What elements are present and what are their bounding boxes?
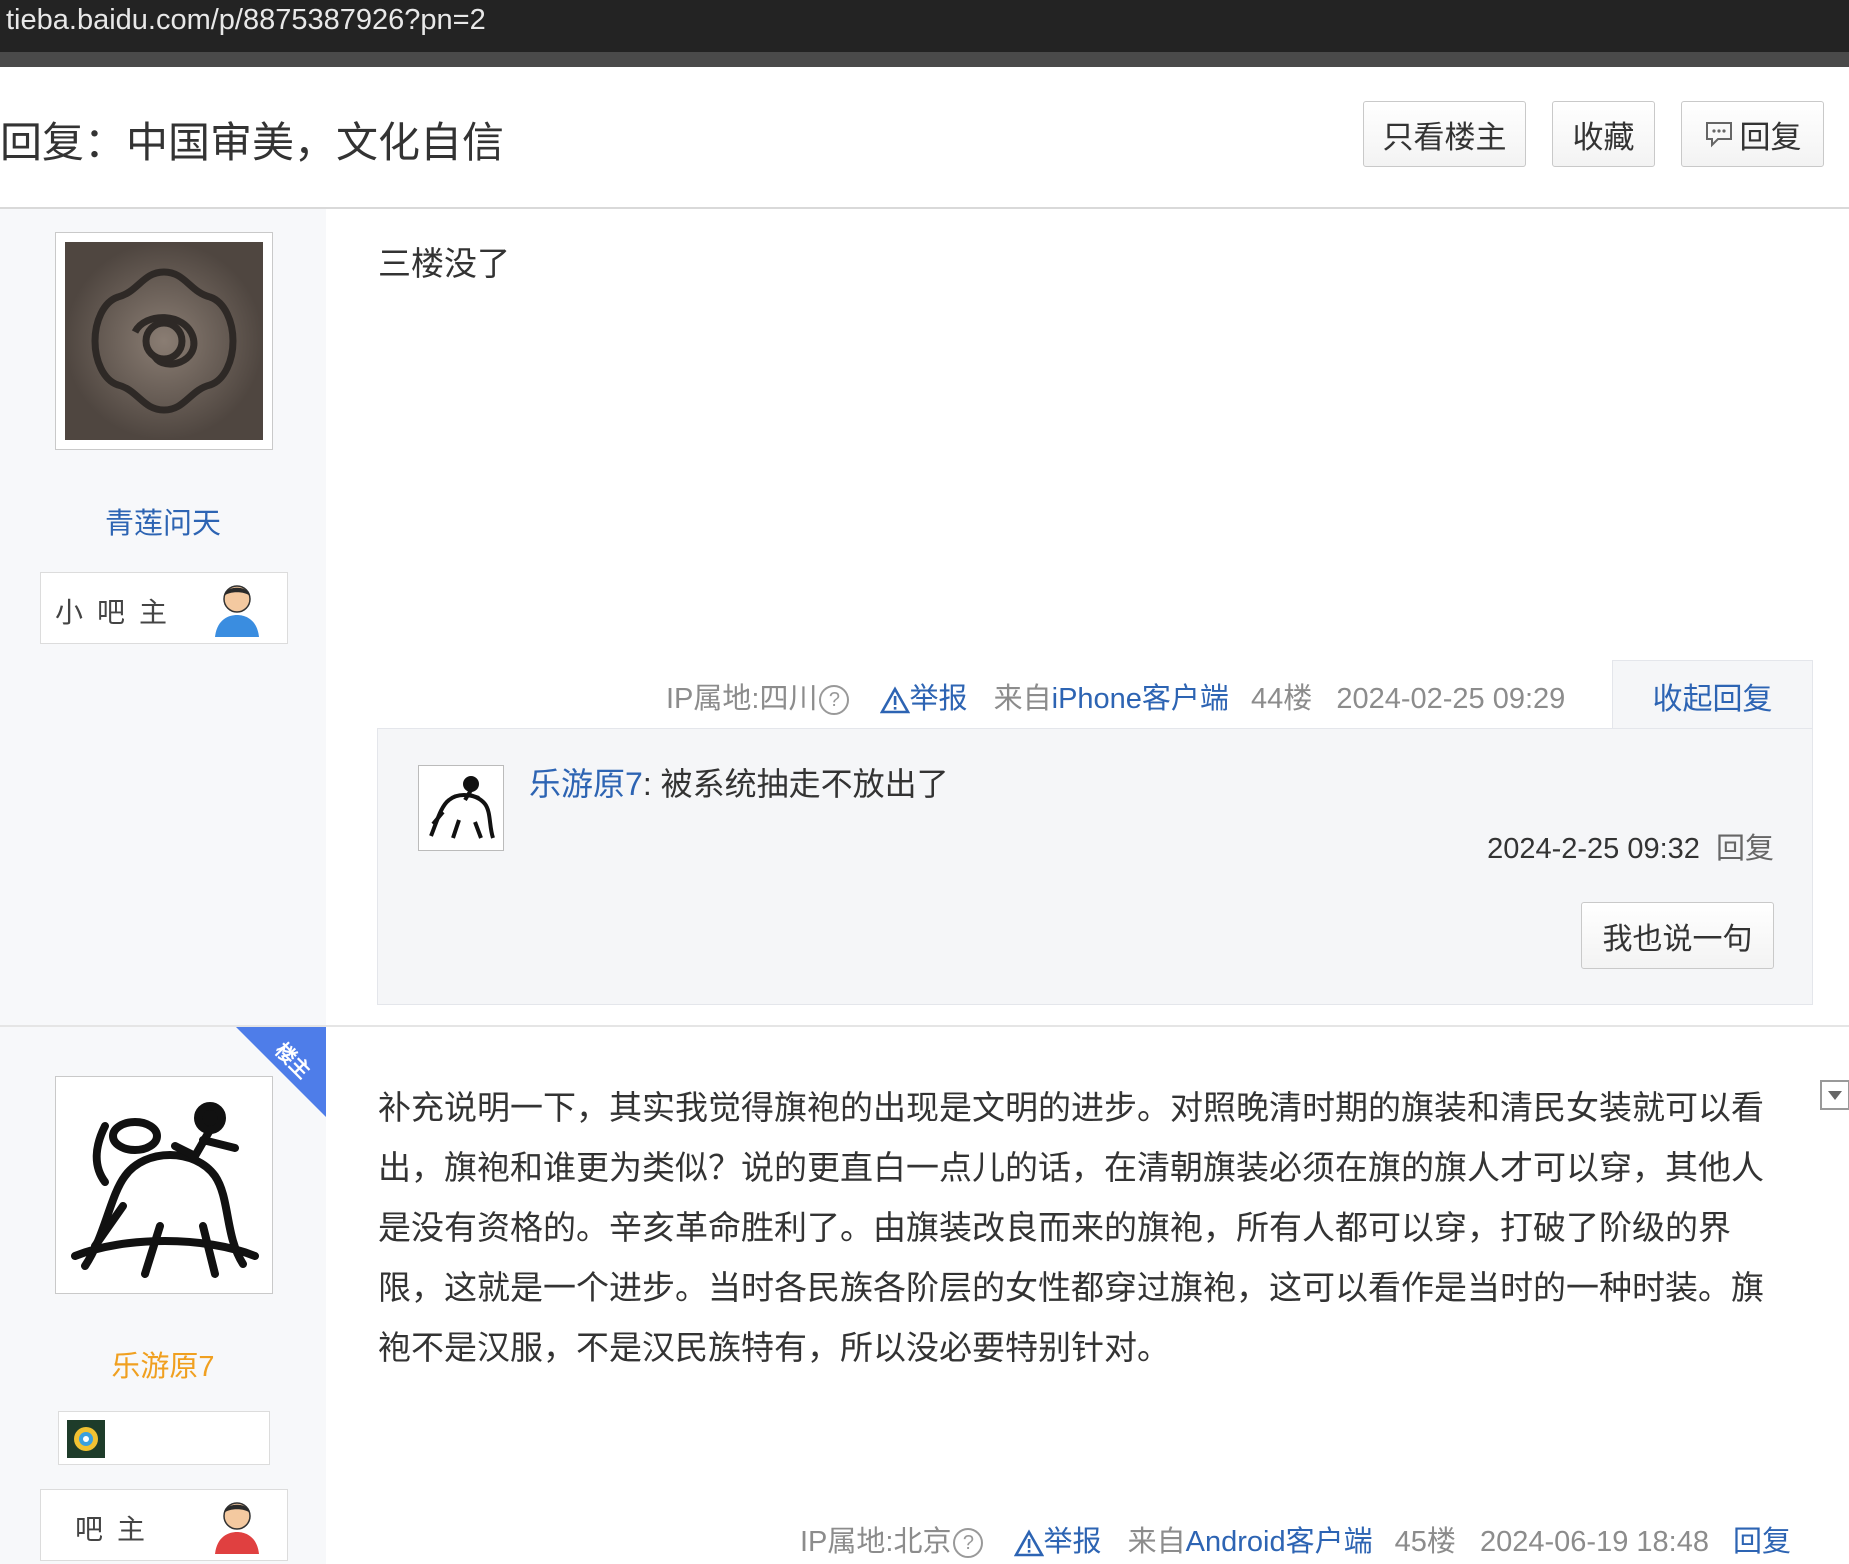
- moderator-badge[interactable]: 小吧主: [40, 572, 288, 644]
- post-meta: IP属地:北京? 举报 来自Android客户端 45楼 2024-06-19 …: [800, 1518, 1791, 1560]
- reply-avatar[interactable]: [418, 765, 504, 851]
- browser-url-bar[interactable]: tieba.baidu.com/p/8875387926?pn=2: [0, 0, 1849, 67]
- reply-button[interactable]: 回复: [1681, 101, 1824, 167]
- reply-list: 乐游原7: 被系统抽走不放出了 2024-2-25 09:32 回复 我也说一句: [377, 728, 1813, 1005]
- collapse-replies-button[interactable]: 收起回复: [1612, 660, 1813, 730]
- post-reply-link[interactable]: 回复: [1733, 1526, 1791, 1558]
- avatar-image: [65, 242, 263, 440]
- post-content: 三楼没了: [378, 245, 510, 282]
- say-something-button[interactable]: 我也说一句: [1581, 902, 1774, 969]
- reply-text: : 被系统抽走不放出了: [642, 766, 949, 802]
- question-icon[interactable]: ?: [819, 685, 850, 716]
- moderator-badge[interactable]: 吧主: [40, 1489, 288, 1561]
- level-badge[interactable]: [58, 1411, 270, 1465]
- post-time: 2024-02-25 09:29: [1336, 683, 1566, 715]
- post-content: 补充说明一下，其实我觉得旗袍的出现是文明的进步。对照晚清时期的旗装和清民女装就可…: [378, 1089, 1764, 1366]
- thread-header: 回复：中国审美，文化自信 只看楼主 收藏 回复: [0, 67, 1849, 209]
- question-icon[interactable]: ?: [953, 1528, 984, 1559]
- ip-location: IP属地:北京: [800, 1526, 952, 1558]
- post-time: 2024-06-19 18:48: [1479, 1526, 1709, 1558]
- report-label: 举报: [1043, 1526, 1102, 1558]
- reply-username[interactable]: 乐游原7: [529, 766, 643, 802]
- reply-footer: 2024-2-25 09:32 回复: [1487, 825, 1774, 867]
- comment-icon: [1705, 122, 1732, 148]
- reply-item: 乐游原7: 被系统抽走不放出了: [529, 759, 949, 805]
- reply-reply-link[interactable]: 回复: [1716, 833, 1774, 865]
- source-prefix: 来自: [993, 683, 1052, 715]
- floor-number: 45楼: [1394, 1526, 1456, 1558]
- url-text[interactable]: tieba.baidu.com/p/8875387926?pn=2: [6, 0, 486, 40]
- toolbar-strip: [0, 52, 1849, 67]
- level-icon: [67, 1420, 105, 1458]
- thread-title: 回复：中国审美，文化自信: [0, 119, 505, 166]
- reply-time: 2024-2-25 09:32: [1487, 833, 1700, 865]
- favorite-button[interactable]: 收藏: [1552, 101, 1655, 167]
- warning-icon: [1013, 1529, 1044, 1557]
- avatar[interactable]: [55, 1076, 273, 1294]
- reply-avatar-image: [419, 766, 503, 850]
- user-avatar-icon: [215, 1502, 259, 1554]
- user-avatar-icon: [215, 585, 259, 637]
- badge-label: 小吧主: [55, 596, 182, 629]
- username-link[interactable]: 青莲问天: [0, 500, 326, 542]
- floor-number: 44楼: [1251, 683, 1313, 715]
- client-link[interactable]: Android客户端: [1186, 1526, 1373, 1558]
- dropdown-icon[interactable]: [1820, 1080, 1849, 1110]
- username-link[interactable]: 乐游原7: [0, 1343, 326, 1385]
- source-prefix: 来自: [1127, 1526, 1186, 1558]
- report-link[interactable]: 举报: [879, 683, 968, 715]
- report-link[interactable]: 举报: [1013, 1526, 1102, 1558]
- only-op-button[interactable]: 只看楼主: [1363, 101, 1526, 167]
- client-link[interactable]: iPhone客户端: [1052, 683, 1229, 715]
- warning-icon: [879, 686, 910, 714]
- avatar[interactable]: [55, 232, 273, 450]
- badge-label: 吧主: [75, 1513, 160, 1546]
- reply-button-label: 回复: [1739, 119, 1802, 155]
- post-meta: IP属地:四川? 举报 来自iPhone客户端 44楼 2024-02-25 0…: [666, 675, 1565, 717]
- report-label: 举报: [909, 683, 968, 715]
- avatar-image: [65, 1086, 263, 1284]
- ip-location: IP属地:四川: [666, 683, 818, 715]
